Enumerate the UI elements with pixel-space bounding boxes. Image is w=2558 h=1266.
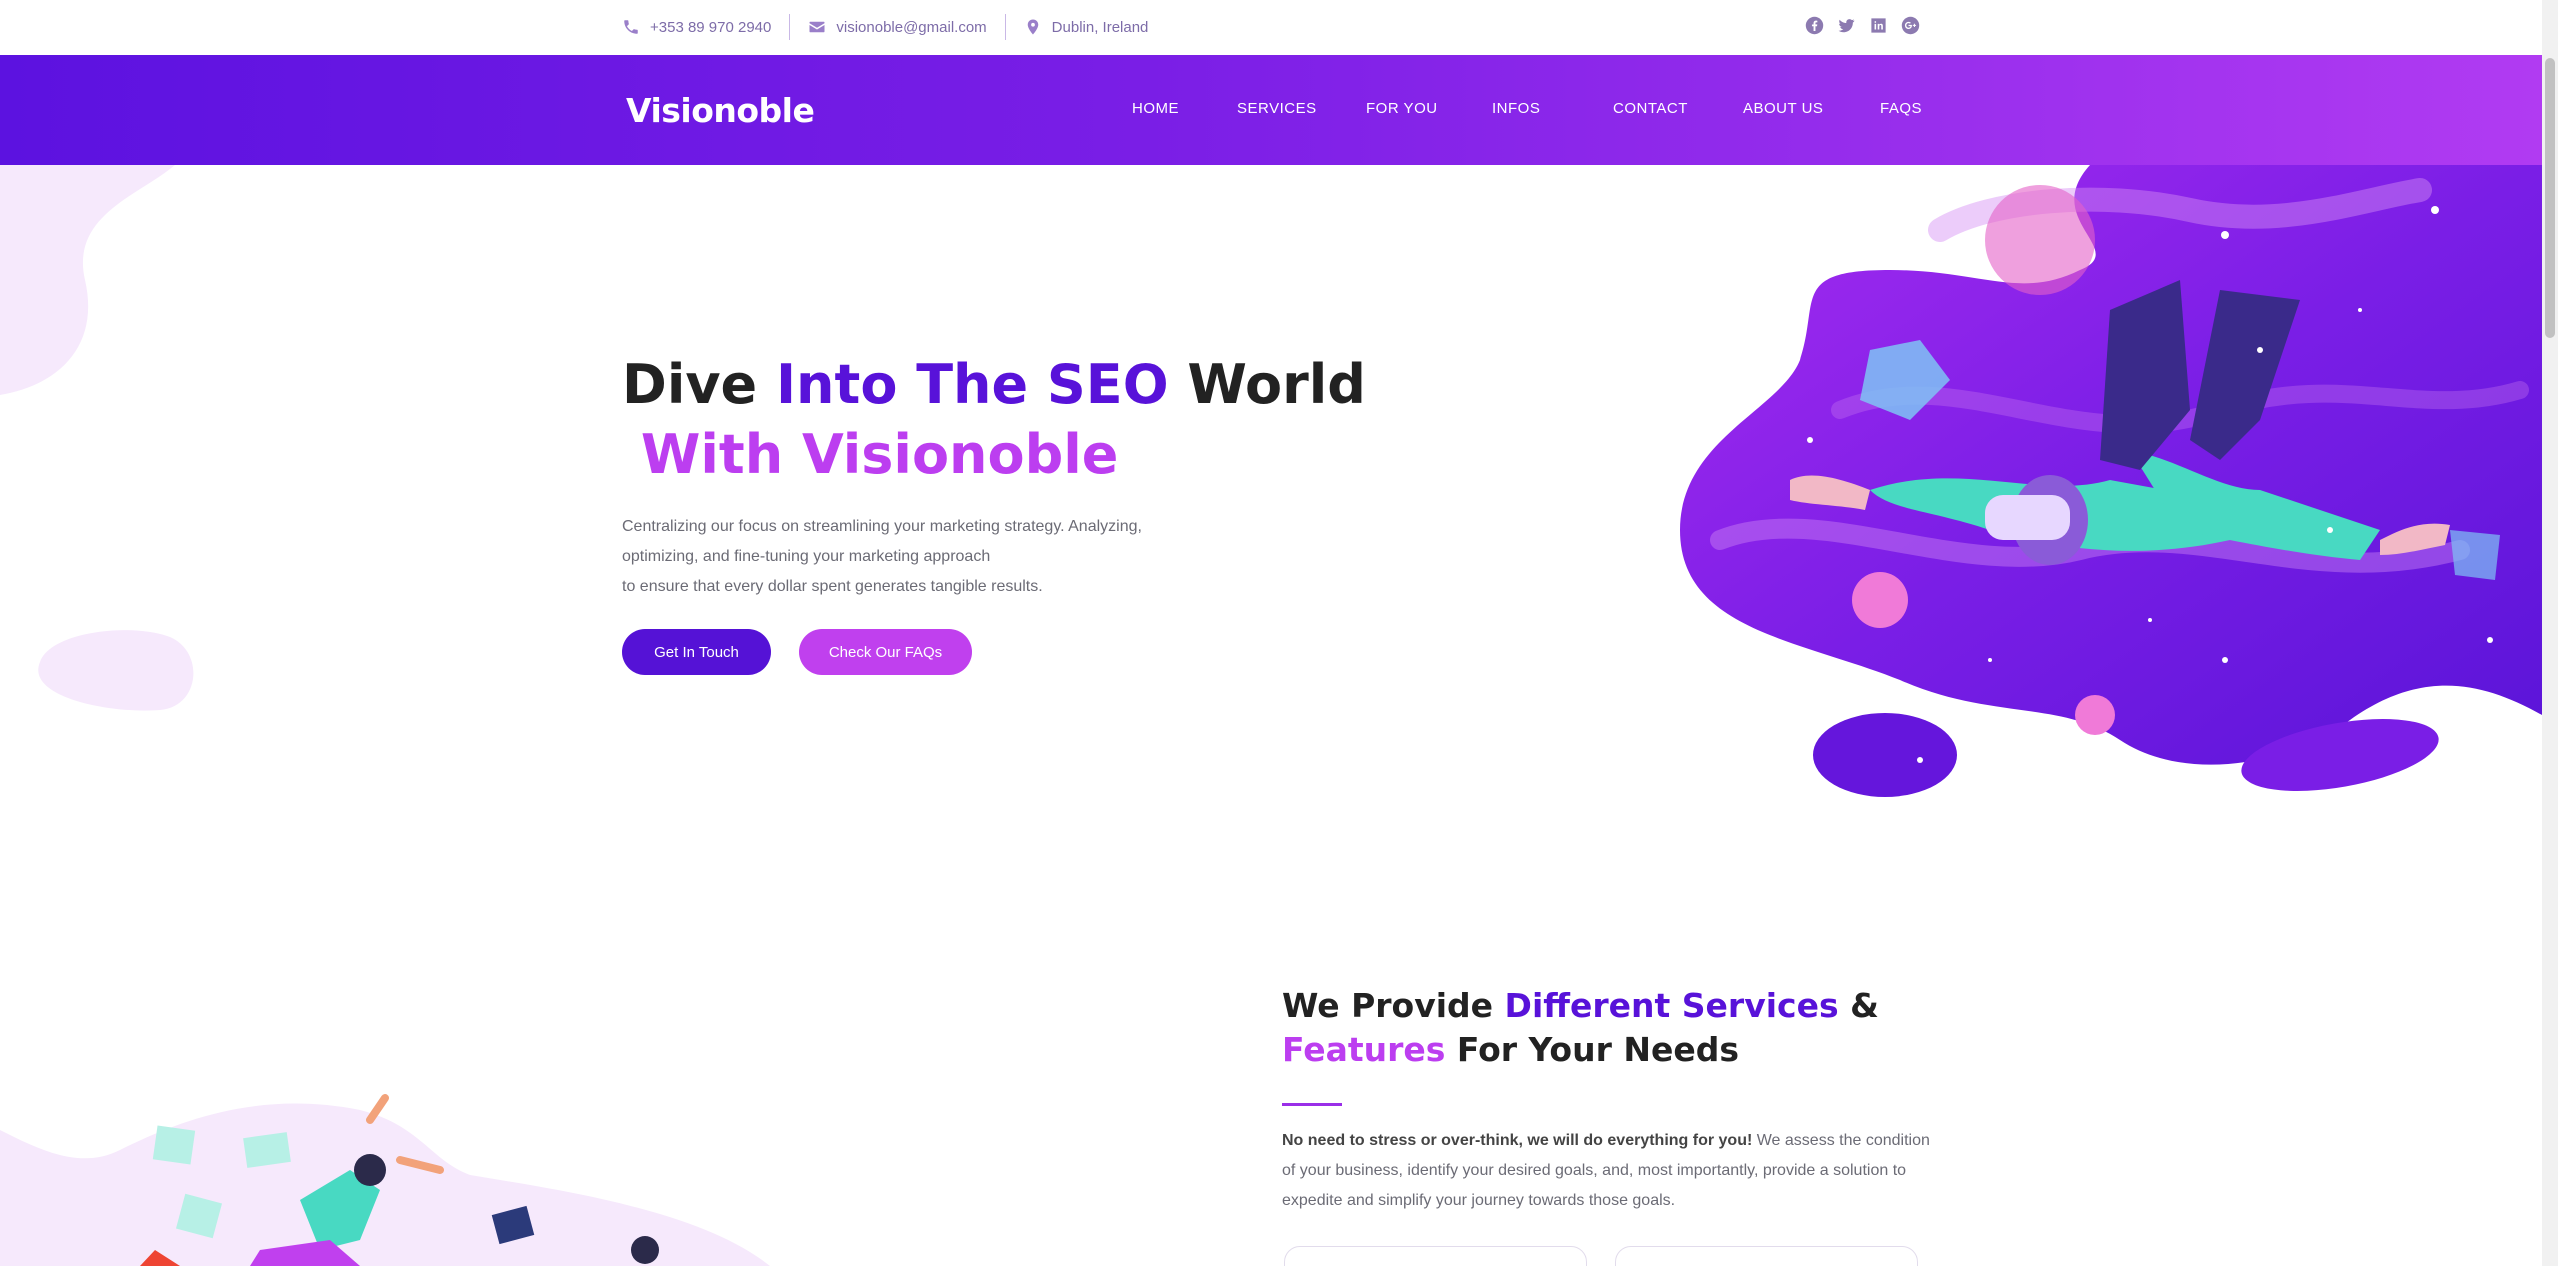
check-faqs-button[interactable]: Check Our FAQs <box>799 629 972 675</box>
services-title-part: We Provide <box>1282 986 1505 1025</box>
service-card[interactable] <box>1615 1246 1918 1266</box>
hero-title-part: World <box>1168 353 1366 416</box>
hero-desc-line: Centralizing our focus on streamlining y… <box>622 518 1142 535</box>
google-plus-icon[interactable] <box>1901 16 1920 35</box>
email-item[interactable]: visionoble@gmail.com <box>808 14 987 40</box>
services-description: No need to stress or over-think, we will… <box>1282 1126 1932 1216</box>
nav-item-for-you[interactable]: FOR YOU <box>1366 100 1438 117</box>
nav-item-contact[interactable]: CONTACT <box>1613 100 1688 117</box>
services-title-highlight: Features <box>1282 1030 1446 1069</box>
hero-desc-line: to ensure that every dollar spent genera… <box>622 578 1043 595</box>
location-text: Dublin, Ireland <box>1051 18 1149 36</box>
contact-info: +353 89 970 2940 visionoble@gmail.com Du… <box>622 14 1148 40</box>
services-title-part: For Your Needs <box>1445 1030 1739 1069</box>
services-title-highlight: Different Services <box>1504 986 1839 1025</box>
phone-text: +353 89 970 2940 <box>650 18 772 36</box>
hero-desc-line: optimizing, and fine-tuning your marketi… <box>622 548 991 565</box>
nav-item-about-us[interactable]: ABOUT US <box>1743 100 1823 117</box>
nav-item-services[interactable]: SERVICES <box>1237 100 1317 117</box>
email-text: visionoble@gmail.com <box>836 18 987 36</box>
social-links <box>1805 16 1920 35</box>
map-marker-icon <box>1027 19 1038 35</box>
hero-title: Dive Into The SEO World With Visionoble <box>622 350 1366 490</box>
location-item: Dublin, Ireland <box>1024 14 1149 40</box>
page-scrollbar[interactable] <box>2542 0 2558 1266</box>
top-contact-bar: +353 89 970 2940 visionoble@gmail.com Du… <box>0 0 2558 55</box>
hero-title-part: Dive <box>622 353 776 416</box>
decorative-blob <box>0 165 175 395</box>
nav-item-infos[interactable]: INFOS <box>1492 100 1540 117</box>
divider <box>789 14 791 40</box>
title-underline <box>1282 1103 1342 1106</box>
linkedin-icon[interactable] <box>1869 16 1888 35</box>
services-illustration <box>0 1094 770 1266</box>
facebook-icon[interactable] <box>1805 16 1824 35</box>
twitter-icon[interactable] <box>1837 16 1856 35</box>
service-card[interactable] <box>1284 1246 1587 1266</box>
get-in-touch-button[interactable]: Get In Touch <box>622 629 771 675</box>
hero-title-line2: With Visionoble <box>640 423 1119 486</box>
services-title-part: & <box>1838 986 1879 1025</box>
hero-title-highlight: Into The SEO <box>775 353 1169 416</box>
nav-item-home[interactable]: HOME <box>1132 100 1179 117</box>
decorative-blob <box>38 630 194 711</box>
logo[interactable]: Visionoble <box>626 91 815 130</box>
hero-description: Centralizing our focus on streamlining y… <box>622 512 1142 602</box>
nav-item-faqs[interactable]: FAQS <box>1880 100 1922 117</box>
services-desc-bold: No need to stress or over-think, we will… <box>1282 1132 1753 1149</box>
services-title: We Provide Different Services & Features… <box>1282 984 1879 1072</box>
main-navbar: Visionoble HOME SERVICES FOR YOU INFOS C… <box>0 55 2542 165</box>
envelope-icon <box>809 21 825 33</box>
phone-icon <box>624 20 638 34</box>
phone-item[interactable]: +353 89 970 2940 <box>622 14 771 40</box>
divider <box>1004 14 1006 40</box>
page: +353 89 970 2940 visionoble@gmail.com Du… <box>0 0 2558 1266</box>
hero-illustration <box>1680 165 2542 797</box>
scrollbar-thumb[interactable] <box>2545 58 2555 338</box>
